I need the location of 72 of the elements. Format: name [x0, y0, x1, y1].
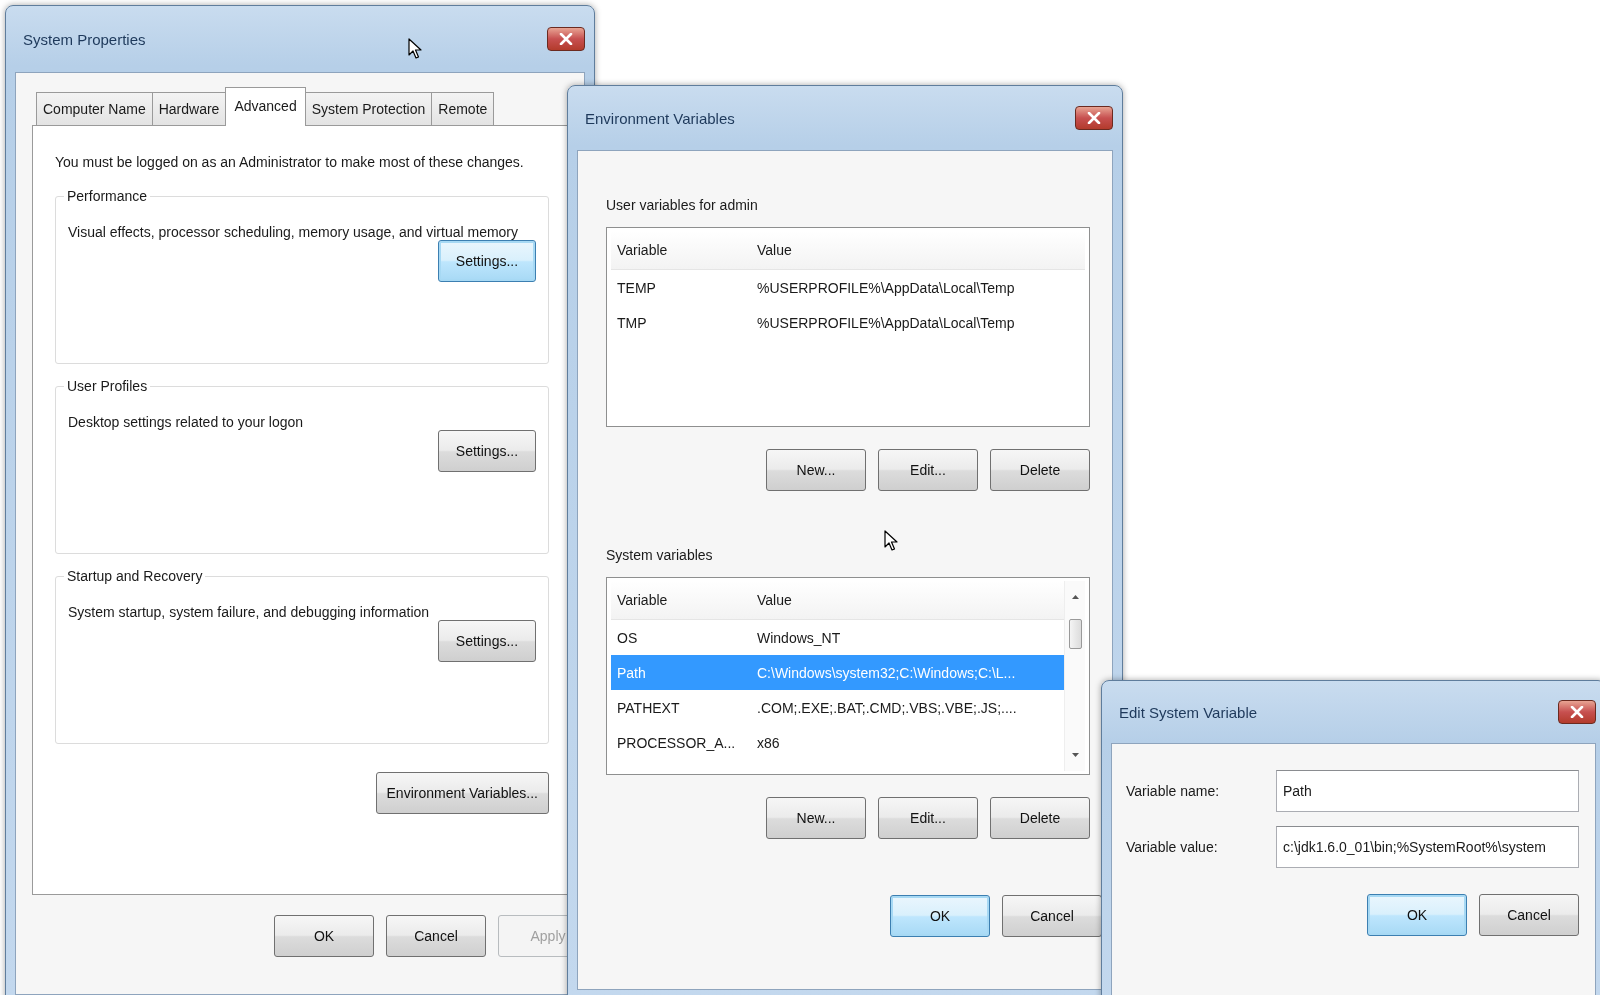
tab[interactable]: Remote	[431, 92, 495, 125]
value-cell-text: x86	[756, 734, 781, 751]
close-icon	[559, 33, 573, 45]
window-title: Environment Variables	[584, 109, 735, 127]
close-button[interactable]	[547, 27, 585, 51]
input-field[interactable]: c:\jdk1.6.0_01\bin;%SystemRoot%\system	[1276, 826, 1579, 868]
dialog-button[interactable]: Cancel	[386, 915, 486, 957]
variables-list[interactable]: Variable Value TEMP %USERPROFILE%\AppData\Local\Temp TMP %USERPROFILE%\AppData\Local\Temp	[606, 227, 1090, 427]
field-label: Variable name:	[1126, 783, 1221, 799]
close-icon	[1087, 112, 1101, 124]
list-row[interactable]: TMP %USERPROFILE%\AppData\Local\Temp	[611, 305, 1085, 340]
tab[interactable]: Hardware	[151, 92, 227, 125]
section-label: User variables for admin	[606, 197, 759, 213]
mouse-pointer-icon	[884, 530, 898, 552]
column-header[interactable]: Value	[751, 592, 1064, 608]
settings-button[interactable]: Settings...	[438, 430, 536, 472]
dialog-button[interactable]: OK	[274, 915, 374, 957]
variable-cell-text: PROCESSOR_A...	[616, 734, 737, 751]
settings-button[interactable]: Settings...	[438, 620, 536, 662]
mouse-pointer-icon	[408, 38, 422, 60]
close-button[interactable]	[1558, 700, 1596, 724]
field-label: Variable value:	[1126, 839, 1219, 855]
value-cell-text: %USERPROFILE%\AppData\Local\Temp	[756, 314, 1016, 331]
down-arrow-icon[interactable]	[1070, 751, 1080, 759]
variable-cell-text: TMP	[616, 314, 648, 331]
list-row[interactable]: TEMP %USERPROFILE%\AppData\Local\Temp	[611, 270, 1085, 305]
section-label: System variables	[606, 547, 714, 563]
variables-list[interactable]: Variable Value OS Windows_NT Path C:\Windows\system32;C:\Windows;C:\L... PATHEXT .COM;.EXE;.BAT;.CMD;.VBS;.VBE;.JS;.... PROCESSOR_A... x86	[606, 577, 1090, 775]
tab[interactable]: Advanced	[225, 87, 306, 126]
dialog-button[interactable]: Cancel	[1002, 895, 1102, 937]
environment-variables-button[interactable]: Environment Variables...	[375, 772, 549, 814]
up-arrow-icon[interactable]	[1070, 593, 1080, 601]
variable-cell-text: TEMP	[616, 279, 657, 296]
list-action-button[interactable]: New...	[766, 449, 866, 491]
window-title: Edit System Variable	[1118, 703, 1258, 721]
variable-cell-text: PATHEXT	[616, 699, 681, 716]
list-action-button[interactable]: Edit...	[878, 449, 978, 491]
group-title: Startup and Recovery	[66, 568, 204, 584]
group-description: System startup, system failure, and debugging information	[68, 603, 431, 620]
dialog-button[interactable]: Cancel	[1479, 894, 1579, 936]
list-row[interactable]: OS Windows_NT	[611, 620, 1064, 655]
tab[interactable]: System Protection	[304, 92, 433, 125]
variable-cell-text: OS	[616, 629, 639, 646]
list-action-button[interactable]: Delete	[990, 449, 1090, 491]
close-button[interactable]	[1075, 106, 1113, 130]
tab[interactable]: Computer Name	[36, 92, 153, 125]
settings-button[interactable]: Settings...	[438, 240, 536, 282]
value-cell-text: .COM;.EXE;.BAT;.CMD;.VBS;.VBE;.JS;....	[756, 699, 1018, 716]
notice-text: You must be logged on as an Administrator to make most of these changes.	[55, 154, 525, 170]
value-cell-text: %USERPROFILE%\AppData\Local\Temp	[756, 279, 1016, 296]
dialog-button[interactable]: OK	[890, 895, 990, 937]
scrollbar-thumb[interactable]	[1068, 619, 1082, 649]
list-row[interactable]: PROCESSOR_A... x86	[611, 725, 1064, 760]
column-header[interactable]: Variable	[611, 592, 751, 608]
value-cell-text: C:\Windows\system32;C:\Windows;C:\L...	[756, 664, 1017, 681]
column-header[interactable]: Value	[751, 242, 1085, 258]
scrollbar[interactable]	[1064, 581, 1085, 771]
input-field[interactable]: Path	[1276, 770, 1579, 812]
group-description: Desktop settings related to your logon	[68, 413, 305, 430]
list-action-button[interactable]: Delete	[990, 797, 1090, 839]
variable-cell-text: Path	[616, 664, 647, 681]
close-icon	[1570, 706, 1584, 718]
list-action-button[interactable]: New...	[766, 797, 866, 839]
list-row[interactable]: PATHEXT .COM;.EXE;.BAT;.CMD;.VBS;.VBE;.JS;....	[611, 690, 1064, 725]
window-title: System Properties	[22, 30, 146, 48]
value-cell-text: Windows_NT	[756, 629, 842, 646]
list-action-button[interactable]: Edit...	[878, 797, 978, 839]
dialog-button[interactable]: OK	[1367, 894, 1467, 936]
column-header[interactable]: Variable	[611, 242, 751, 258]
group-description: Visual effects, processor scheduling, memory usage, and virtual memory	[68, 223, 520, 240]
group-title: User Profiles	[66, 378, 149, 394]
group-title: Performance	[66, 188, 149, 204]
